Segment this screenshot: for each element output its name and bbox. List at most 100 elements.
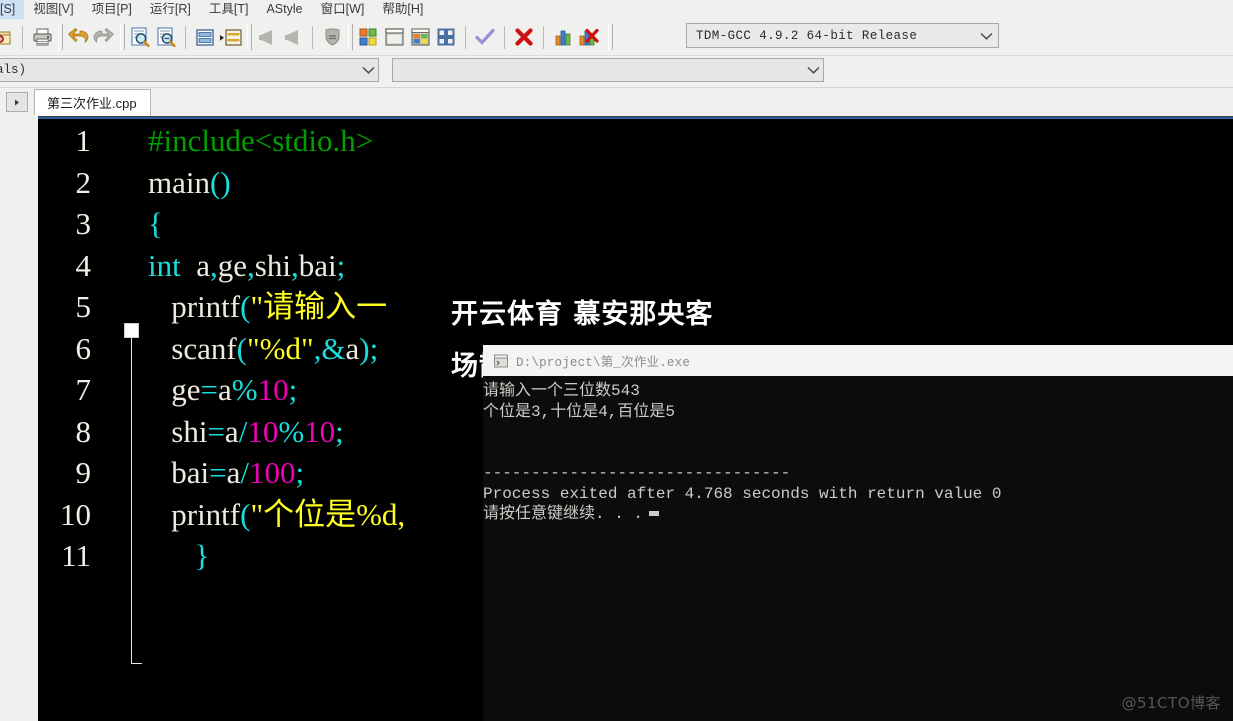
indent-button[interactable] — [218, 24, 244, 50]
code-token-txt: shi — [148, 413, 208, 449]
fold-guide-line — [131, 338, 132, 663]
toolbar-separator-3 — [185, 25, 186, 49]
code-token-txt: bai — [148, 455, 210, 490]
menu-help[interactable]: 帮助[H] — [373, 0, 432, 19]
run-button[interactable] — [381, 24, 407, 50]
print-button[interactable] — [29, 24, 55, 50]
menu-window[interactable]: 窗口[W] — [312, 0, 374, 19]
code-token-op: () — [210, 164, 231, 200]
code-folding-column[interactable] — [124, 323, 142, 668]
compile-grid-icon — [359, 28, 376, 46]
syntax-check-button[interactable] — [472, 24, 498, 50]
code-token-pre: #include<stdio.h> — [148, 123, 374, 158]
member-select[interactable] — [392, 58, 824, 82]
triangle-right-icon — [15, 99, 19, 105]
code-token-op: ; — [335, 413, 344, 449]
goto-line-button[interactable] — [192, 24, 218, 50]
code-token-str: "%d" — [246, 330, 314, 366]
printer-icon — [33, 28, 51, 46]
code-token-op: = — [207, 413, 225, 449]
code-token-op: ( — [240, 289, 251, 324]
line-number-gutter: 1 2 3 4 5 6 7 8 9 10 11 — [38, 120, 96, 721]
fold-guide-foot — [131, 663, 142, 664]
toolbar-grip-4[interactable] — [348, 24, 353, 50]
code-token-txt: a — [226, 455, 241, 490]
rebuild-grid-icon — [437, 28, 454, 46]
menu-run[interactable]: 运行[R] — [141, 0, 200, 19]
find-button[interactable] — [127, 24, 153, 50]
nav-back-icon — [259, 29, 272, 45]
undo-button[interactable] — [65, 24, 91, 50]
back-button[interactable] — [254, 24, 280, 50]
shield-icon — [325, 28, 339, 46]
shield-button[interactable] — [319, 24, 345, 50]
rebuild-button[interactable] — [433, 24, 459, 50]
toolbar-separator — [22, 25, 23, 49]
toolbar-separator-5 — [465, 25, 466, 49]
line-number: 8 — [75, 413, 92, 449]
code-token-op: ( — [236, 330, 247, 366]
forward-button[interactable] — [280, 24, 306, 50]
chevron-down-icon — [978, 28, 994, 44]
tab-scroll-right-button[interactable] — [6, 92, 28, 112]
code-token-str: "请输入一 — [250, 289, 388, 324]
menu-tools[interactable]: 工具[T] — [200, 0, 258, 19]
code-token-txt: printf — [148, 289, 241, 324]
code-token-txt: printf — [148, 496, 241, 532]
menu-search-clipped[interactable]: [S] — [0, 0, 25, 19]
code-token-num: 10 — [257, 372, 289, 407]
scope-select[interactable]: als) — [0, 58, 379, 82]
code-token-num: 10 — [304, 413, 336, 449]
code-token-txt: a — [180, 247, 210, 283]
code-token-txt: ge — [148, 372, 201, 407]
program-console-window[interactable]: D:\project\第_次作业.exe 请输入一个三位数543 个位是3,十位是… — [483, 345, 1233, 721]
toolbar-grip[interactable] — [58, 24, 63, 50]
code-token-op: ,& — [313, 330, 346, 366]
code-token-op: ) — [359, 330, 370, 366]
nav-forward-icon — [285, 29, 298, 45]
compiler-select[interactable]: TDM-GCC 4.9.2 64-bit Release — [686, 23, 999, 48]
undo-arrow-icon — [67, 28, 89, 43]
code-token-txt: bai — [298, 247, 337, 283]
menu-view[interactable]: 视图[V] — [24, 0, 82, 19]
stop-button[interactable] — [511, 24, 537, 50]
line-number: 1 — [75, 123, 92, 158]
delete-profile-button[interactable] — [576, 24, 602, 50]
profile-button[interactable] — [550, 24, 576, 50]
code-line: #include<stdio.h> — [148, 120, 1233, 162]
code-token-txt: main — [148, 164, 210, 200]
console-line: 个位是3,十位是4,百位是5 — [483, 402, 676, 421]
code-token-brace: { — [148, 206, 163, 241]
toolbar-grip-2[interactable] — [120, 24, 125, 50]
code-token-txt: ge — [217, 247, 248, 283]
compile-run-button[interactable] — [407, 24, 433, 50]
open-file-button[interactable] — [0, 24, 16, 50]
fold-collapse-icon[interactable] — [124, 323, 139, 338]
console-title-bar[interactable]: D:\project\第_次作业.exe — [483, 345, 1233, 376]
line-number: 11 — [61, 538, 91, 573]
redo-arrow-icon — [93, 28, 115, 43]
compile-button[interactable] — [355, 24, 381, 50]
tab-file-0[interactable]: 第三次作业.cpp — [34, 89, 151, 116]
line-number: 3 — [75, 206, 92, 241]
toolbar-grip-3[interactable] — [247, 24, 252, 50]
replace-button[interactable] — [153, 24, 179, 50]
menu-bar: [S] 视图[V] 项目[P] 运行[R] 工具[T] AStyle 窗口[W]… — [0, 0, 1233, 19]
console-line: 请按任意键继续. . . — [483, 504, 1233, 525]
code-line: printf("请输入一 — [148, 286, 1233, 328]
menu-astyle[interactable]: AStyle — [257, 0, 311, 19]
bar-chart-x-icon — [579, 28, 599, 46]
toolbar-separator-4 — [312, 25, 313, 49]
code-token-num: 10 — [247, 413, 279, 449]
compiler-select-value: TDM-GCC 4.9.2 64-bit Release — [696, 28, 918, 43]
run-window-icon — [384, 28, 404, 46]
console-cursor — [649, 511, 660, 516]
code-token-op: / — [240, 455, 249, 490]
code-token-txt: a — [218, 372, 232, 407]
console-line: Process exited after 4.768 seconds with … — [483, 484, 1002, 503]
code-token-op: = — [209, 455, 227, 490]
toolbar-grip-5[interactable] — [608, 24, 613, 50]
redo-button[interactable] — [91, 24, 117, 50]
menu-project[interactable]: 项目[P] — [83, 0, 141, 19]
code-token-txt: a — [345, 330, 360, 366]
